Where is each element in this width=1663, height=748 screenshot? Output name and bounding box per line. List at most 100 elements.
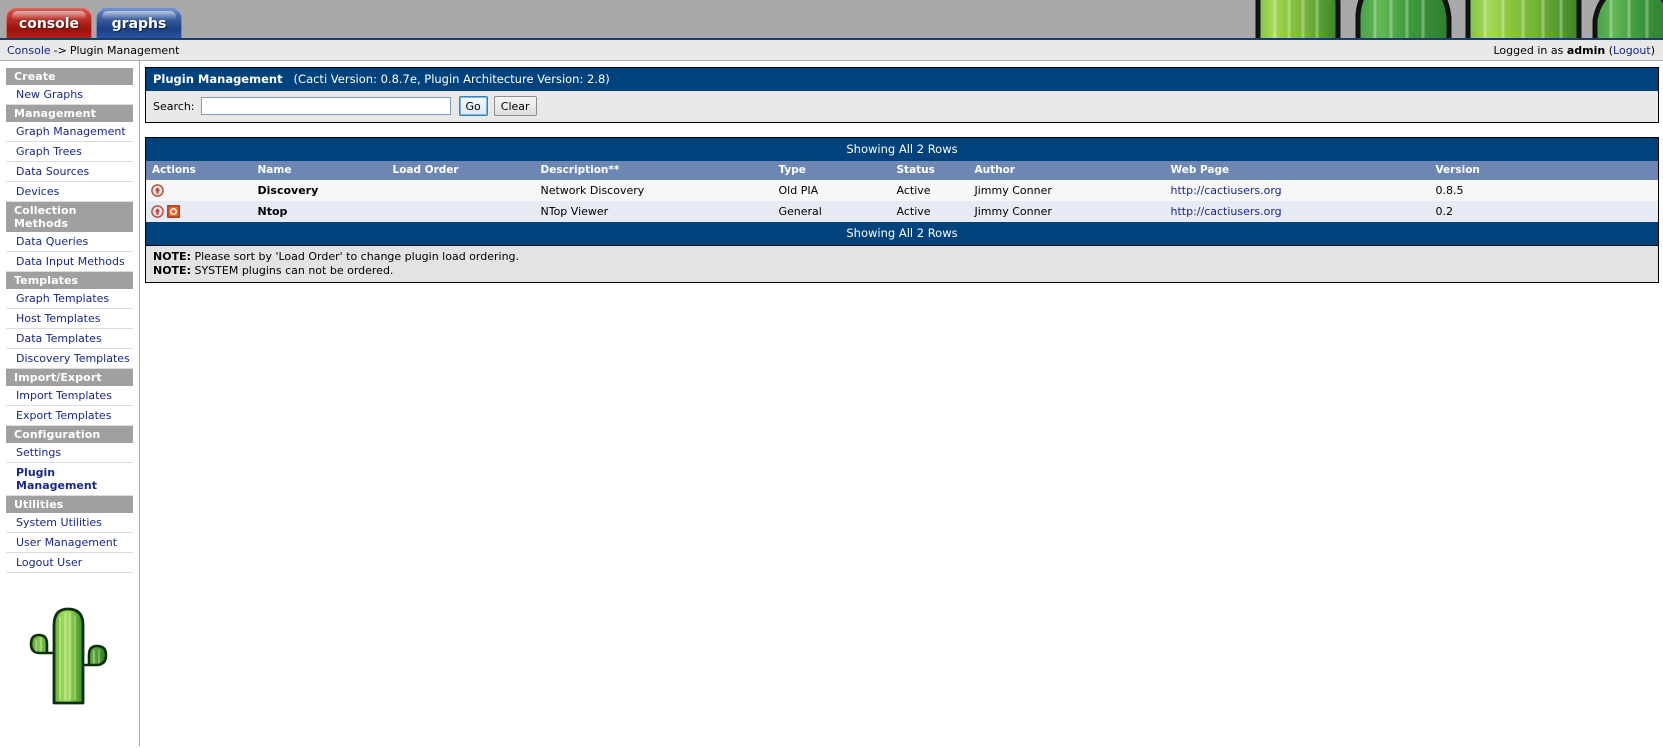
sidebar-item-plugin-management[interactable]: Plugin Management [6,463,133,496]
sidebar-item-label: Export Templates [16,409,112,422]
sidebar-item-system-utilities[interactable]: System Utilities [6,513,133,533]
sidebar-item-data-input-methods[interactable]: Data Input Methods [6,252,133,272]
sidebar-item-logout-user[interactable]: Logout User [6,553,133,573]
main-tabs: console graphs [6,8,186,38]
logged-in-prefix: Logged in as [1493,43,1564,57]
table-row-count-bottom: Showing All 2 Rows [145,222,1659,246]
sidebar-item-graph-management[interactable]: Graph Management [6,122,133,142]
note-text: SYSTEM plugins can not be ordered. [190,263,394,277]
note-label: NOTE: [153,250,191,263]
table-row: Ntop NTop Viewer General Active Jimmy Conner… [145,201,1659,222]
sidebar-item-label: Host Templates [16,312,101,325]
cell-author: Jimmy Conner [968,201,1165,222]
page-body: Create New Graphs Management Graph Manageme… [0,61,1663,746]
cell-actions [145,180,252,201]
sidebar-item-label: Graph Templates [16,292,110,305]
logout-paren-close: ) [1650,43,1655,57]
panel-spacer [145,123,1659,137]
column-header-load-order[interactable]: Load Order [386,161,535,180]
sidebar-item-data-sources[interactable]: Data Sources [6,162,133,182]
cell-status: Active [890,180,969,201]
column-header-version[interactable]: Version [1429,161,1659,180]
cell-name: Discovery [251,180,387,201]
column-header-web-page[interactable]: Web Page [1164,161,1430,180]
enable-up-icon[interactable] [151,184,164,197]
session-info: Logged in as admin ( Logout ) [1493,44,1655,57]
sidebar-item-label: Devices [16,185,60,198]
web-page-link[interactable]: http://cactiusers.org [1171,184,1282,197]
cell-load-order [386,180,535,201]
breadcrumb-console-link[interactable]: Console [7,44,51,57]
cell-description: Network Discovery [534,180,773,201]
sidebar-item-new-graphs[interactable]: New Graphs [6,85,133,105]
search-label: Search: [153,99,195,113]
table-header-row: Actions Name Load Order Description** Type St… [145,161,1659,180]
sidebar-item-data-templates[interactable]: Data Templates [6,329,133,349]
logout-link[interactable]: Logout [1613,44,1651,57]
sidebar-item-label: Data Templates [16,332,102,345]
column-header-type[interactable]: Type [772,161,891,180]
page-title: Plugin Management [153,72,283,86]
column-header-author[interactable]: Author [968,161,1165,180]
tab-console[interactable]: console [6,8,92,38]
web-page-link[interactable]: http://cactiusers.org [1171,205,1282,218]
note-label: NOTE: [153,263,191,277]
search-bar: Search: Go Clear [145,91,1659,123]
nav-section-header: Collection Methods [6,202,133,232]
table-notes: NOTE: Please sort by 'Load Order' to cha… [145,246,1659,283]
sidebar-item-label: System Utilities [16,516,102,529]
row-action-icons [151,205,252,218]
cell-actions [145,201,252,222]
column-header-description[interactable]: Description** [534,161,773,180]
sidebar-item-label: Graph Management [16,125,126,138]
sidebar-item-label: User Management [16,536,118,549]
cactus-logo-icon [29,607,107,705]
cell-web-page: http://cactiusers.org [1164,180,1430,201]
sidebar-item-export-templates[interactable]: Export Templates [6,406,133,426]
tab-graphs[interactable]: graphs [96,8,182,38]
sidebar-item-graph-trees[interactable]: Graph Trees [6,142,133,162]
sidebar-item-host-templates[interactable]: Host Templates [6,309,133,329]
row-count-label: Showing All 2 Rows [145,222,1659,246]
cell-name: Ntop [251,201,387,222]
tab-graphs-label: graphs [111,15,167,32]
uninstall-icon[interactable] [167,205,180,218]
breadcrumb-bar: Console -> Plugin Management Logged in a… [0,40,1663,61]
plugins-table: Showing All 2 Rows Actions Name Load Order D… [145,137,1659,246]
note-row: NOTE: Please sort by 'Load Order' to cha… [153,250,1658,264]
breadcrumb-separator: -> [53,43,67,57]
sidebar-item-settings[interactable]: Settings [6,443,133,463]
row-count-label: Showing All 2 Rows [145,137,1659,161]
sidebar-item-discovery-templates[interactable]: Discovery Templates [6,349,133,369]
sidebar-item-import-templates[interactable]: Import Templates [6,386,133,406]
search-clear-button[interactable]: Clear [493,96,537,116]
sidebar-item-user-management[interactable]: User Management [6,533,133,553]
column-header-name[interactable]: Name [251,161,387,180]
search-input[interactable] [200,97,451,115]
enable-up-icon[interactable] [151,205,164,218]
nav-section-header: Utilities [6,496,133,513]
sidebar-item-label: Data Sources [16,165,90,178]
tab-console-label: console [18,15,80,32]
sidebar-item-graph-templates[interactable]: Graph Templates [6,289,133,309]
main-content: Plugin Management (Cacti Version: 0.8.7e… [140,61,1663,746]
panel-title: Plugin Management (Cacti Version: 0.8.7e… [145,67,1659,91]
version-info: (Cacti Version: 0.8.7e, Plugin Architect… [293,72,610,86]
cell-version: 0.8.5 [1429,180,1659,201]
sidebar-item-label: Import Templates [16,389,112,402]
sidebar-logo [0,595,139,705]
sidebar-item-data-queries[interactable]: Data Queries [6,232,133,252]
note-text: Please sort by 'Load Order' to change pl… [190,250,520,263]
search-go-button[interactable]: Go [458,96,488,116]
cell-version: 0.2 [1429,201,1659,222]
cell-description: NTop Viewer [534,201,773,222]
sidebar-item-label: Plugin Management [16,466,97,492]
nav-section-header: Create [6,68,133,85]
column-header-actions[interactable]: Actions [145,161,252,180]
sidebar-item-label: Graph Trees [16,145,82,158]
sidebar-item-devices[interactable]: Devices [6,182,133,202]
sidebar-item-label: Data Input Methods [16,255,125,268]
sidebar-item-label: New Graphs [16,88,83,101]
column-header-status[interactable]: Status [890,161,969,180]
row-action-icons [151,184,252,197]
